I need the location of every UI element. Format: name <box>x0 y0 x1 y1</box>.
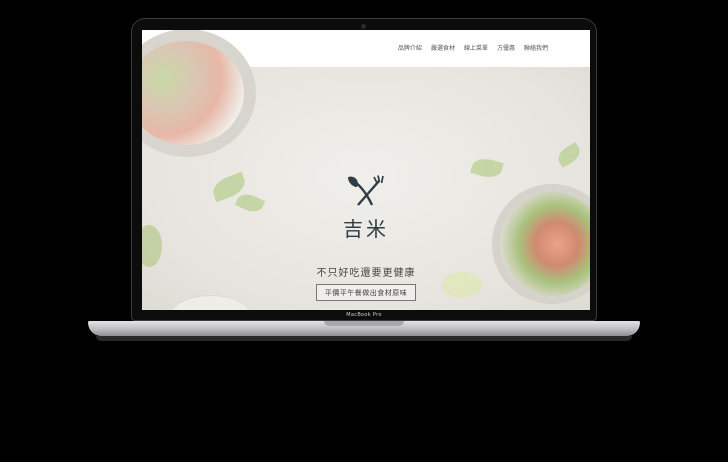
plate-image <box>170 295 252 310</box>
leaf-decoration <box>234 190 266 216</box>
nav-item-menu[interactable]: 線上菜單 <box>464 43 488 52</box>
nav-item-ingredients[interactable]: 嚴選食材 <box>431 43 455 52</box>
leaf-decoration <box>554 142 584 168</box>
laptop-base: MacBook Pro <box>88 312 640 336</box>
leaf-decoration <box>470 155 504 181</box>
website-screen: 吉米 品牌介紹 嚴選食材 線上菜單 方優惠 聯絡我們 吉米 不只好吃還要更健康 … <box>142 30 590 310</box>
laptop-shadow <box>96 336 632 341</box>
hero-tagline: 不只好吃還要更健康 <box>316 268 416 279</box>
laptop-notch <box>324 321 404 326</box>
nav-item-brand[interactable]: 品牌介紹 <box>398 43 422 52</box>
hero-section: 吉米 不只好吃還要更健康 平價平午餐做出食材原味 scroll <box>142 30 590 310</box>
webcam <box>361 24 366 29</box>
nav-menu: 品牌介紹 嚴選食材 線上菜單 方優惠 聯絡我們 <box>398 43 548 52</box>
nav-item-offers[interactable]: 方優惠 <box>497 43 515 52</box>
model-label: MacBook Pro <box>346 312 382 318</box>
spoon-fork-logo-icon <box>348 175 384 206</box>
hero-logo-text: 吉米 <box>343 217 389 241</box>
nav-item-contact[interactable]: 聯絡我們 <box>524 43 548 52</box>
salad-bowl-image <box>492 184 590 304</box>
hero-cta-button[interactable]: 平價平午餐做出食材原味 <box>316 284 416 301</box>
